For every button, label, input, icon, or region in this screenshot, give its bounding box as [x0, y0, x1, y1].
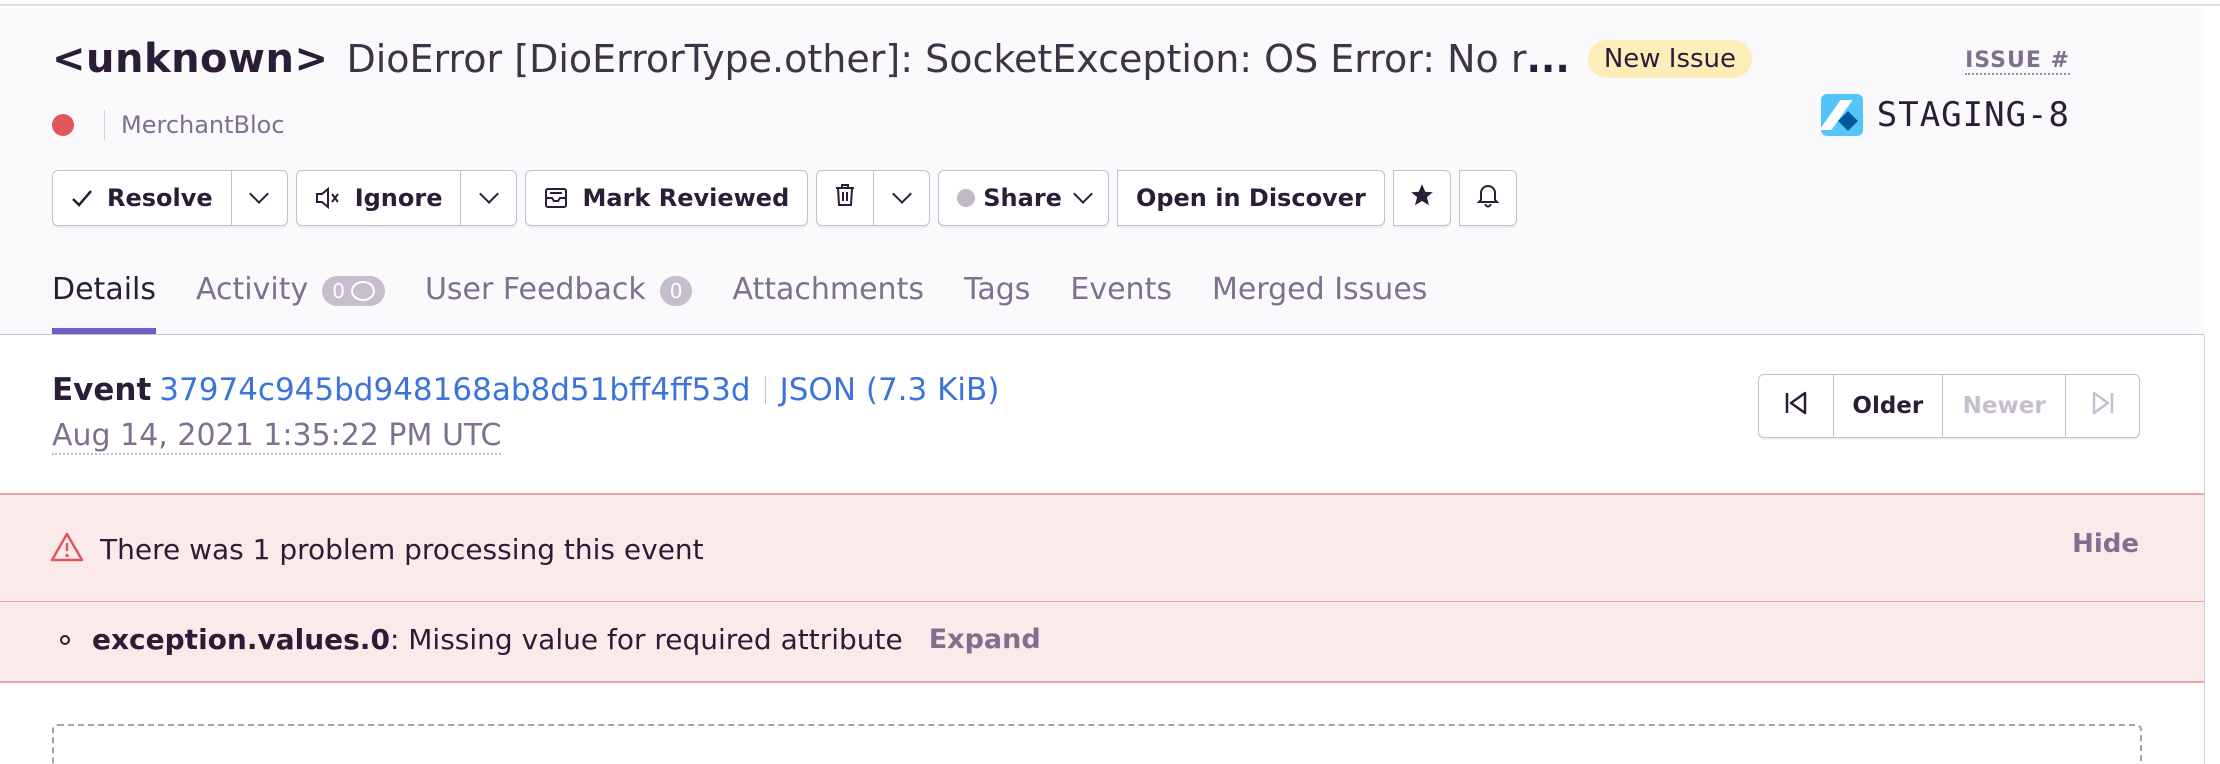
flutter-icon [1820, 94, 1863, 136]
issue-code: STAGING-8 [1876, 95, 2070, 135]
event-id-link[interactable]: 37974c945bd948168ab8d51bff4ff53d [159, 372, 750, 408]
tab-merged-issues[interactable]: Merged Issues [1212, 270, 1427, 334]
mark-reviewed-button[interactable]: Mark Reviewed [525, 170, 809, 226]
level-indicator [52, 114, 74, 136]
ignore-group: Ignore [295, 170, 518, 226]
error-message: : Missing value for required attribute [389, 623, 903, 656]
alert-header: There was 1 problem processing this even… [50, 531, 704, 567]
check-icon [71, 187, 93, 209]
chevron-down-icon [1073, 184, 1093, 204]
comment-icon [350, 281, 375, 301]
tab-activity-label: Activity [196, 272, 309, 307]
ignore-label: Ignore [354, 184, 443, 212]
project-name[interactable]: MerchantBloc [121, 111, 285, 139]
chevron-down-icon [891, 184, 912, 204]
tab-details[interactable]: Details [52, 270, 157, 334]
tab-tags-label: Tags [963, 272, 1031, 307]
delete-dropdown-button[interactable] [873, 171, 930, 225]
tab-events[interactable]: Events [1070, 270, 1172, 334]
resolve-dropdown-button[interactable] [230, 171, 287, 225]
activity-count-badge: 0 [322, 276, 385, 306]
bell-icon [1476, 182, 1500, 214]
chevron-down-icon [479, 184, 499, 204]
issue-header: <unknown> DioError [DioErrorType.other]:… [0, 8, 2204, 335]
ignore-button[interactable]: Ignore [296, 171, 461, 225]
hide-alert-button[interactable]: Hide [2072, 529, 2139, 559]
activity-count: 0 [332, 279, 345, 303]
mute-icon [315, 187, 341, 209]
tab-details-label: Details [52, 272, 157, 307]
tab-attachments[interactable]: Attachments [732, 270, 924, 334]
delete-button[interactable] [817, 171, 874, 225]
event-pager: Older Newer [1758, 374, 2140, 438]
skip-forward-icon [2090, 390, 2116, 422]
tab-user-feedback[interactable]: User Feedback 0 [425, 270, 693, 334]
bullet-icon [60, 634, 70, 645]
delete-group [816, 170, 931, 226]
resolve-button[interactable]: Resolve [53, 171, 231, 225]
bookmark-button[interactable] [1392, 170, 1451, 226]
last-event-button[interactable] [2065, 375, 2139, 437]
open-in-discover-button[interactable]: Open in Discover [1116, 170, 1385, 226]
share-button[interactable]: Share [938, 170, 1109, 226]
newer-event-button[interactable]: Newer [1942, 375, 2065, 437]
chevron-down-icon [249, 184, 270, 204]
meta-divider [104, 110, 105, 140]
subscribe-button[interactable] [1458, 170, 1517, 226]
inbox-icon [544, 186, 568, 210]
issue-short-id: STAGING-8 [1820, 94, 2070, 136]
skip-back-icon [1783, 390, 1809, 422]
error-attribute-key: exception.values.0 [92, 623, 390, 656]
issue-number-label: ISSUE # [1965, 48, 2070, 75]
processing-error-alert: There was 1 problem processing this even… [0, 493, 2204, 683]
issue-message: DioError [DioErrorType.other]: SocketExc… [346, 37, 1527, 81]
trash-icon [834, 183, 856, 213]
alert-divider [0, 601, 2204, 602]
tab-attachments-label: Attachments [732, 272, 924, 307]
top-border [0, 0, 2220, 6]
tab-tags[interactable]: Tags [964, 270, 1030, 334]
issue-meta: MerchantBloc [52, 110, 285, 140]
expand-button[interactable]: Expand [929, 624, 1041, 655]
event-json-link[interactable]: JSON (7.3 KiB) [780, 372, 1000, 408]
issue-tabs: Details Activity 0 User Feedback 0 Attac… [52, 270, 1467, 334]
empty-event-placeholder [52, 724, 2142, 764]
first-event-button[interactable] [1759, 375, 1833, 437]
share-status-icon [957, 189, 976, 207]
issue-title: <unknown> DioError [DioErrorType.other]:… [52, 36, 1753, 82]
warning-icon [50, 531, 84, 567]
alert-error-item: exception.values.0 : Missing value for r… [60, 623, 1041, 656]
tab-user-feedback-label: User Feedback [424, 272, 646, 307]
event-date: Aug 14, 2021 1:35:22 PM UTC [52, 418, 502, 455]
resolve-label: Resolve [107, 184, 213, 212]
open-in-discover-label: Open in Discover [1135, 184, 1366, 212]
issue-type: <unknown> [52, 36, 329, 82]
action-toolbar: Resolve Ignore Mark Reviewed Share Open … [52, 170, 1525, 226]
mark-reviewed-label: Mark Reviewed [582, 184, 790, 212]
event-label: Event [52, 372, 152, 408]
ignore-dropdown-button[interactable] [460, 171, 517, 225]
event-header: Event 37974c945bd948168ab8d51bff4ff53d J… [52, 372, 999, 408]
resolve-group: Resolve [52, 170, 288, 226]
star-icon [1409, 182, 1435, 214]
alert-title: There was 1 problem processing this even… [100, 532, 704, 566]
older-event-button[interactable]: Older [1832, 375, 1942, 437]
tab-merged-issues-label: Merged Issues [1211, 272, 1428, 307]
event-divider [764, 376, 766, 404]
new-issue-badge: New Issue [1587, 40, 1753, 78]
issue-message-ellipsis: ... [1526, 37, 1570, 81]
scrollbar[interactable] [2204, 335, 2220, 764]
share-label: Share [983, 184, 1062, 212]
feedback-count-badge: 0 [659, 276, 693, 306]
tab-events-label: Events [1070, 272, 1172, 307]
tab-activity[interactable]: Activity 0 [196, 270, 385, 334]
